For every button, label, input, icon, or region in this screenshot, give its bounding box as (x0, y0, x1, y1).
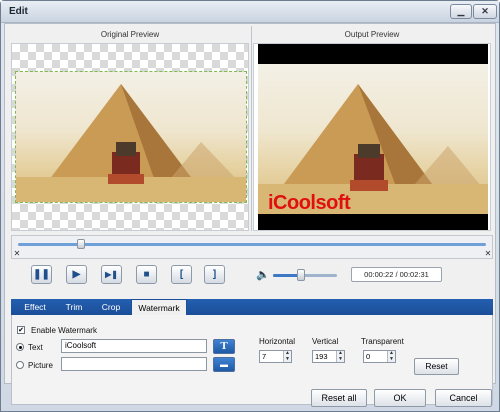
vertical-label: Vertical (312, 337, 339, 346)
minimize-button[interactable]: ▁ (450, 4, 472, 19)
transparent-value: 0 (366, 352, 371, 361)
transparent-stepper[interactable]: 0 ▲ ▼ (363, 350, 396, 363)
close-button[interactable]: ✕ (473, 4, 497, 19)
enable-watermark-label: Enable Watermark (31, 326, 97, 335)
volume-icon[interactable]: 🔈 (256, 268, 270, 281)
enable-watermark-checkbox[interactable]: ✔ (17, 326, 25, 334)
mark-end-button[interactable]: ] (204, 265, 225, 284)
tab-crop[interactable]: Crop (93, 299, 129, 315)
edit-window: Edit ▁ ✕ Original Preview Output Preview (0, 0, 500, 412)
original-preview-label: Original Preview (100, 30, 160, 39)
playback-controls: ❚❚ ▶ ▶❚ ■ [ ] 🔈 00:00:22 / 00:02:31 (11, 263, 493, 289)
timeline-thumb[interactable] (77, 239, 86, 249)
transparent-label: Transparent (361, 337, 404, 346)
tab-watermark[interactable]: Watermark (131, 299, 187, 315)
output-video-frame: iCoolsoft (258, 44, 488, 230)
stop-button[interactable]: ■ (136, 265, 157, 284)
output-preview-label: Output Preview (344, 30, 400, 39)
font-button[interactable]: T (213, 339, 235, 354)
reset-all-button[interactable]: Reset all (311, 389, 367, 407)
end-cut-marker-icon[interactable]: ✕ (484, 249, 492, 258)
stepper-arrows-icon[interactable]: ▲ ▼ (387, 350, 395, 362)
tab-effect[interactable]: Effect (15, 299, 55, 315)
pause-button[interactable]: ❚❚ (31, 265, 52, 284)
start-cut-marker-icon[interactable]: ✕ (13, 249, 21, 258)
horizontal-value: 7 (262, 352, 267, 361)
text-radio-label: Text (28, 343, 43, 352)
edit-tabs: Effect Trim Crop Watermark (11, 299, 493, 315)
window-title: Edit (9, 6, 28, 17)
volume-level-fill (273, 274, 300, 277)
tab-trim[interactable]: Trim (56, 299, 92, 315)
output-preview-pane: iCoolsoft (253, 43, 491, 231)
timeline-track[interactable] (18, 243, 486, 246)
original-video-frame (15, 71, 247, 203)
folder-icon[interactable]: ▬ (213, 357, 235, 372)
play-button[interactable]: ▶ (66, 265, 87, 284)
volume-thumb[interactable] (297, 269, 305, 281)
next-frame-button[interactable]: ▶❚ (101, 265, 122, 284)
stepper-arrows-icon[interactable]: ▲ ▼ (336, 350, 344, 362)
time-display: 00:00:22 / 00:02:31 (351, 267, 442, 282)
mark-start-button[interactable]: [ (171, 265, 192, 284)
picture-radio[interactable] (16, 361, 24, 369)
stepper-arrows-icon[interactable]: ▲ ▼ (283, 350, 291, 362)
watermark-text-input[interactable]: iCoolsoft (61, 339, 207, 353)
ok-button[interactable]: OK (374, 389, 426, 407)
reset-watermark-button[interactable]: Reset (414, 358, 459, 375)
vertical-value: 193 (315, 352, 328, 361)
original-preview-pane (11, 43, 249, 231)
text-radio[interactable] (16, 343, 24, 351)
title-bar: Edit ▁ ✕ (1, 1, 499, 23)
horizontal-stepper[interactable]: 7 ▲ ▼ (259, 350, 292, 363)
picture-radio-label: Picture (28, 361, 53, 370)
horizontal-label: Horizontal (259, 337, 296, 346)
cancel-button[interactable]: Cancel (435, 389, 492, 407)
watermark-overlay-text: iCoolsoft (268, 192, 351, 214)
picture-path-input[interactable] (61, 357, 207, 371)
preview-divider (251, 26, 252, 231)
vertical-stepper[interactable]: 193 ▲ ▼ (312, 350, 345, 363)
volume-track[interactable] (273, 274, 337, 277)
timeline-bar[interactable]: ✕ ✕ (11, 235, 493, 259)
